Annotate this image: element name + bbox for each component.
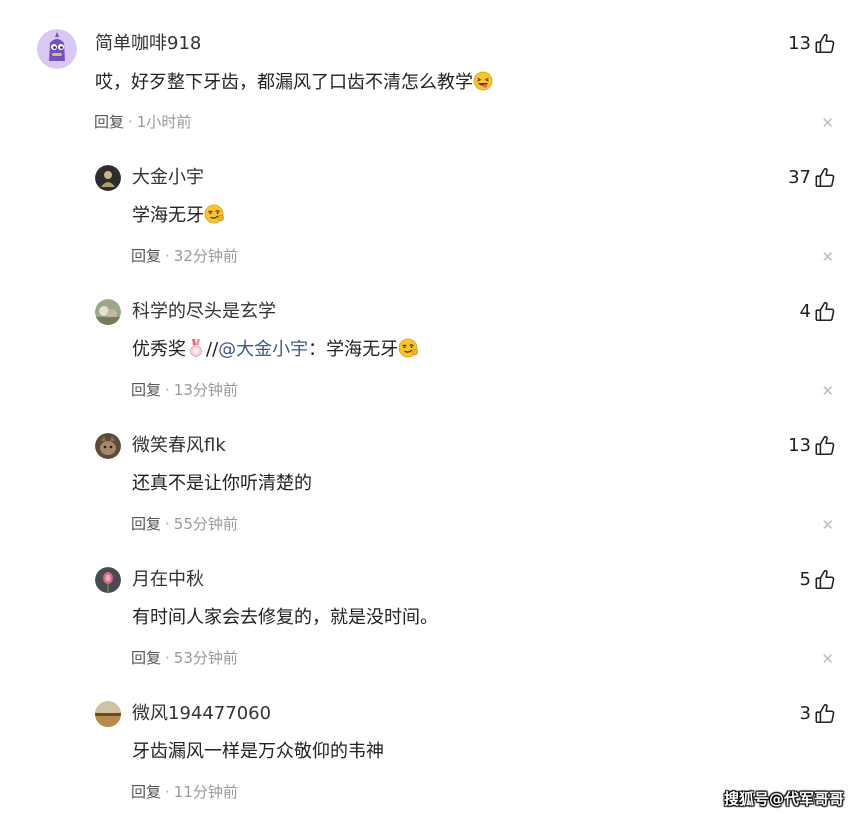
comment-text: 优秀奖 //@大金小宇：学海无牙 xyxy=(132,338,418,362)
thumbs-up-icon xyxy=(814,33,836,55)
comment-time: 13分钟前 xyxy=(173,381,238,399)
comment-time: 32分钟前 xyxy=(173,247,238,265)
comment-text-body: 哎，好歹整下牙齿，都漏风了口齿不清怎么教学 xyxy=(95,72,473,93)
landscape-avatar-icon xyxy=(95,701,121,727)
reply-button[interactable]: 回复 xyxy=(131,247,161,265)
comment-time: 11分钟前 xyxy=(173,783,238,801)
like-count: 5 xyxy=(799,569,811,590)
repost-separator: // xyxy=(206,339,219,360)
comment-text: 学海无牙 xyxy=(132,204,224,228)
separator-dot: · xyxy=(165,649,170,667)
comment-username[interactable]: 大金小宇 xyxy=(132,167,204,189)
comment-username[interactable]: 月在中秋 xyxy=(132,569,204,591)
avatar[interactable] xyxy=(37,29,77,69)
comment-text-body: 有时间人家会去修复的，就是没时间。 xyxy=(132,607,438,628)
like-button[interactable]: 37 xyxy=(788,167,836,189)
comment-time: 1小时前 xyxy=(136,113,192,131)
reply-button[interactable]: 回复 xyxy=(131,649,161,667)
separator-dot: · xyxy=(165,381,170,399)
laughing-tongue-emoji-icon xyxy=(473,71,493,91)
avatar[interactable] xyxy=(95,701,121,727)
avatar[interactable] xyxy=(95,165,121,191)
comment-text: 哎，好歹整下牙齿，都漏风了口齿不清怎么教学 xyxy=(95,71,493,95)
close-icon[interactable]: ✕ xyxy=(821,517,834,533)
avatar[interactable] xyxy=(95,567,121,593)
like-button[interactable]: 13 xyxy=(788,33,836,55)
flower-avatar-icon xyxy=(95,567,121,593)
comment-username[interactable]: 微笑春风flk xyxy=(132,435,226,457)
reply-button[interactable]: 回复 xyxy=(131,381,161,399)
avatar[interactable] xyxy=(95,299,121,325)
thumbs-up-icon xyxy=(814,435,836,457)
reply-item: 微笑春风flk 13 还真不是让你听清楚的 回复 · 55分钟前 ✕ xyxy=(0,418,862,552)
reply-item: 大金小宇 37 学海无牙 回复 · 32分钟前 ✕ xyxy=(0,150,862,284)
quoted-text: ：学海无牙 xyxy=(308,339,399,360)
comment-text: 还真不是让你听清楚的 xyxy=(132,472,312,496)
thumbs-up-icon xyxy=(814,167,836,189)
like-count: 3 xyxy=(799,703,811,724)
reply-item: 科学的尽头是玄学 4 优秀奖 //@大金小宇：学海无牙 回复 · 13分钟前 ✕ xyxy=(0,284,862,418)
comment-item: 简单咖啡918 13 哎，好歹整下牙齿，都漏风了口齿不清怎么教学 回复 · 1小时前… xyxy=(0,0,862,150)
cat-avatar-icon xyxy=(95,433,121,459)
avatar[interactable] xyxy=(95,433,121,459)
smirk-emoji-icon xyxy=(204,204,224,224)
like-button[interactable]: 13 xyxy=(788,435,836,457)
comment-text: 有时间人家会去修复的，就是没时间。 xyxy=(132,606,438,630)
separator-dot: · xyxy=(128,113,133,131)
close-icon[interactable]: ✕ xyxy=(821,651,834,667)
like-button[interactable]: 4 xyxy=(800,301,836,323)
comment-text-body: 牙齿漏风一样是万众敬仰的韦神 xyxy=(132,741,384,762)
comment-text: 牙齿漏风一样是万众敬仰的韦神 xyxy=(132,740,384,764)
like-button[interactable]: 5 xyxy=(800,569,836,591)
close-icon[interactable]: ✕ xyxy=(821,383,834,399)
watermark: 搜狐号@代军哥哥 xyxy=(723,790,844,808)
separator-dot: · xyxy=(165,783,170,801)
like-count: 4 xyxy=(799,301,811,322)
comment-meta: 回复 · 13分钟前 xyxy=(131,380,238,400)
reply-button[interactable]: 回复 xyxy=(131,515,161,533)
comment-time: 53分钟前 xyxy=(173,649,238,667)
thumbs-up-icon xyxy=(814,301,836,323)
photo-avatar-icon xyxy=(95,299,121,325)
comment-username[interactable]: 微风194477060 xyxy=(132,703,271,725)
like-count: 13 xyxy=(788,435,811,456)
medal-emoji-icon xyxy=(186,338,206,358)
comment-username[interactable]: 科学的尽头是玄学 xyxy=(132,301,276,323)
comment-meta: 回复 · 11分钟前 xyxy=(131,782,238,802)
close-icon[interactable]: ✕ xyxy=(821,115,834,131)
comment-meta: 回复 · 53分钟前 xyxy=(131,648,238,668)
separator-dot: · xyxy=(165,247,170,265)
like-count: 13 xyxy=(788,33,811,54)
mention-link[interactable]: @大金小宇 xyxy=(218,339,308,360)
separator-dot: · xyxy=(165,515,170,533)
comment-time: 55分钟前 xyxy=(173,515,238,533)
reply-button[interactable]: 回复 xyxy=(131,783,161,801)
like-button[interactable]: 3 xyxy=(800,703,836,725)
reply-item: 月在中秋 5 有时间人家会去修复的，就是没时间。 回复 · 53分钟前 ✕ xyxy=(0,552,862,686)
smirk-emoji-icon xyxy=(398,338,418,358)
comment-meta: 回复 · 55分钟前 xyxy=(131,514,238,534)
thumbs-up-icon xyxy=(814,703,836,725)
close-icon[interactable]: ✕ xyxy=(821,249,834,265)
buddha-avatar-icon xyxy=(95,165,121,191)
like-count: 37 xyxy=(788,167,811,188)
comment-text-prefix: 优秀奖 xyxy=(132,339,186,360)
comment-meta: 回复 · 1小时前 xyxy=(94,112,191,132)
comment-text-body: 学海无牙 xyxy=(132,205,204,226)
comment-meta: 回复 · 32分钟前 xyxy=(131,246,238,266)
thumbs-up-icon xyxy=(814,569,836,591)
reply-button[interactable]: 回复 xyxy=(94,113,124,131)
comment-text-body: 还真不是让你听清楚的 xyxy=(132,473,312,494)
purple-cartoon-avatar-icon xyxy=(37,29,77,69)
comment-username[interactable]: 简单咖啡918 xyxy=(95,33,201,55)
